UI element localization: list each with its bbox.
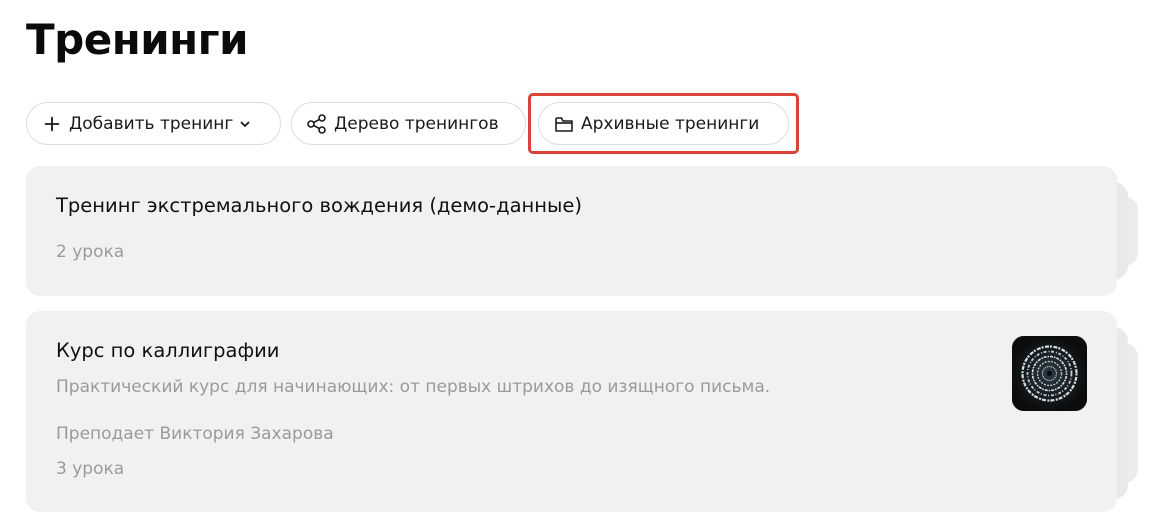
plus-icon bbox=[41, 113, 63, 135]
folder-icon bbox=[553, 113, 575, 135]
archive-highlight-frame: Архивные тренинги bbox=[528, 93, 799, 154]
training-teacher: Преподает Виктория Захарова bbox=[56, 424, 334, 444]
training-title: Курс по каллиграфии bbox=[56, 339, 280, 362]
training-description: Практический курс для начинающих: от пер… bbox=[56, 377, 771, 397]
add-training-label: Добавить тренинг bbox=[69, 113, 234, 134]
training-card-body[interactable]: Тренинг экстремального вождения (демо-да… bbox=[26, 166, 1117, 296]
share-nodes-icon bbox=[306, 113, 328, 135]
training-card[interactable]: Тренинг экстремального вождения (демо-да… bbox=[26, 166, 1140, 296]
training-card-body[interactable]: Курс по каллиграфии Практический курс дл… bbox=[26, 311, 1117, 512]
archived-trainings-label: Архивные тренинги bbox=[581, 113, 760, 134]
add-training-button[interactable]: Добавить тренинг bbox=[26, 102, 281, 145]
lesson-count: 2 урока bbox=[56, 242, 125, 262]
lesson-count: 3 урока bbox=[56, 459, 125, 479]
training-title: Тренинг экстремального вождения (демо-да… bbox=[56, 194, 583, 217]
trainings-page: Тренинги Добавить тренинг Дерево тренинг… bbox=[0, 0, 1166, 522]
chevron-down-icon bbox=[239, 118, 251, 130]
training-thumbnail bbox=[1012, 336, 1087, 411]
archived-trainings-button[interactable]: Архивные тренинги bbox=[538, 102, 789, 145]
training-card[interactable]: Курс по каллиграфии Практический курс дл… bbox=[26, 311, 1140, 512]
toolbar: Добавить тренинг Дерево тренингов Архивн… bbox=[26, 93, 799, 154]
training-tree-button[interactable]: Дерево тренингов bbox=[291, 102, 526, 145]
page-title: Тренинги bbox=[26, 15, 249, 64]
training-tree-label: Дерево тренингов bbox=[334, 113, 499, 134]
